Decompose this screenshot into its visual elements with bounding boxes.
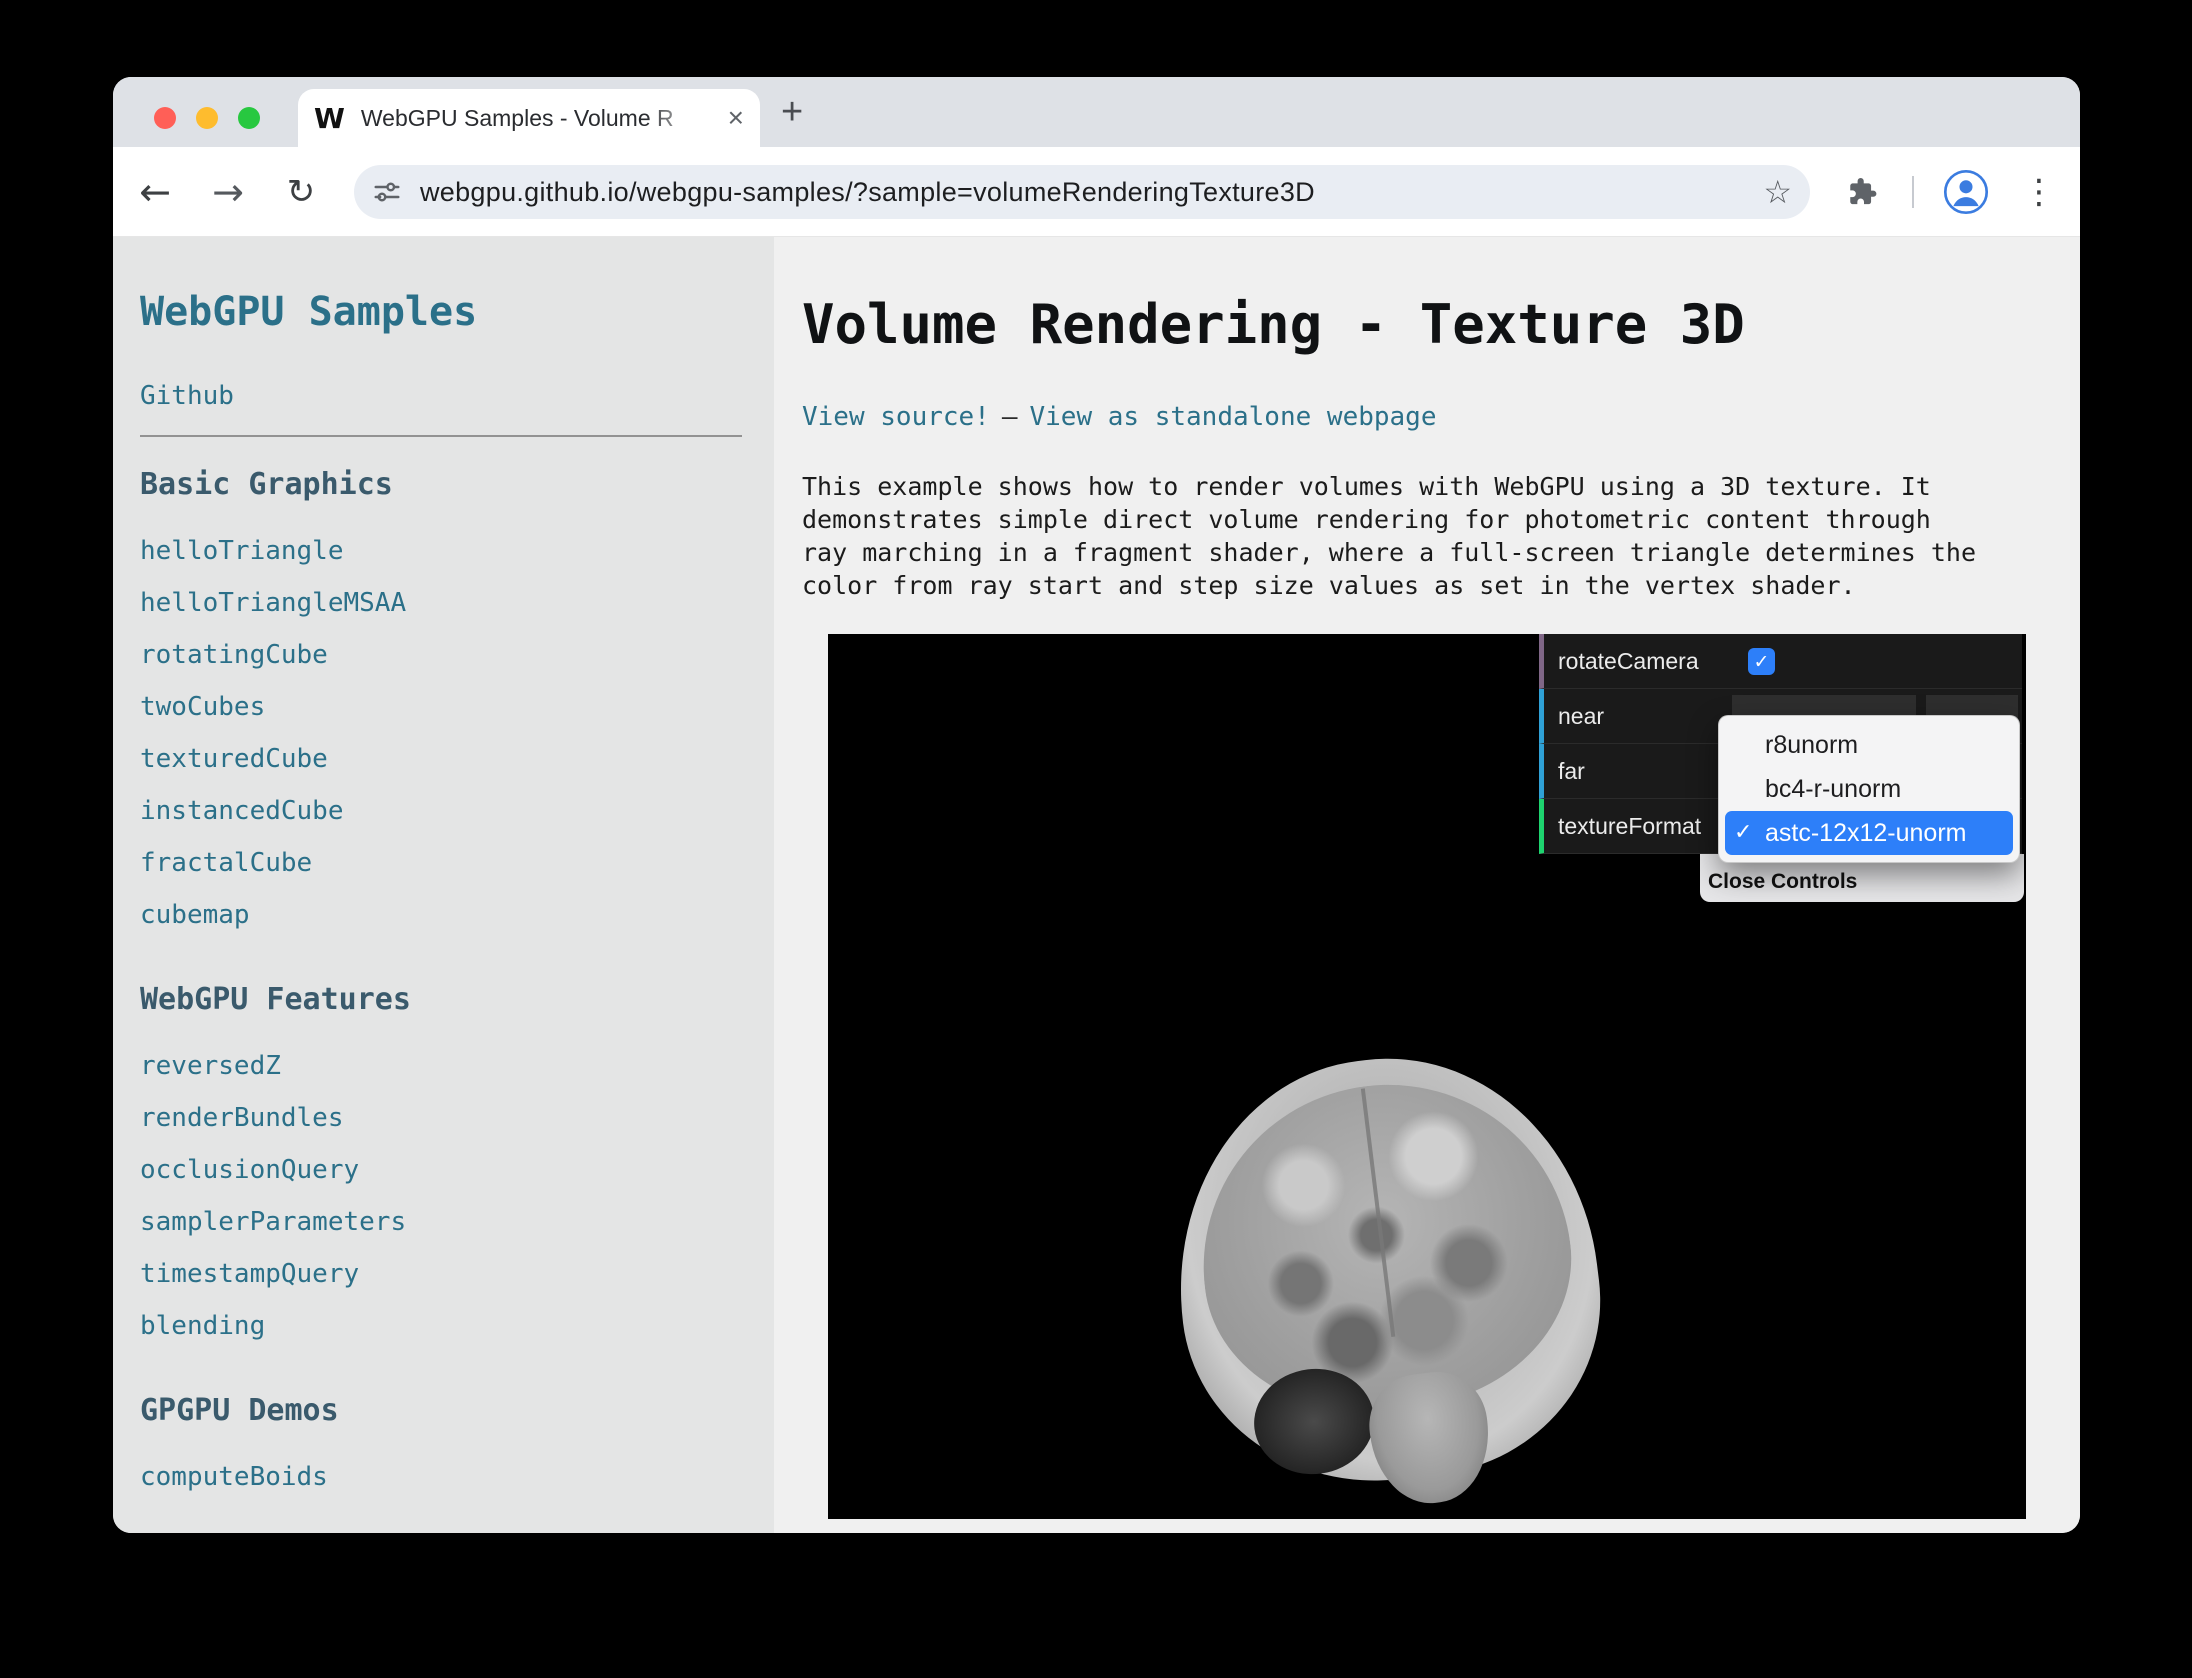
page-content: WebGPU Samples Github Basic Graphics hel… [113,237,2080,1533]
url-text[interactable]: webgpu.github.io/webgpu-samples/?sample=… [420,177,1315,208]
sidebar-item-occlusionQuery[interactable]: occlusionQuery [140,1155,359,1185]
address-bar[interactable]: webgpu.github.io/webgpu-samples/?sample=… [354,165,1810,219]
site-settings-icon[interactable] [372,177,402,207]
gpgpu-demos-list: computeBoids [140,1462,774,1514]
list-item: blending [140,1311,774,1363]
list-item: reversedZ [140,1051,774,1103]
sidebar-item-helloTriangleMSAA[interactable]: helloTriangleMSAA [140,588,406,618]
dropdown-option-bc4-r-unorm[interactable]: bc4-r-unorm [1725,767,2013,811]
list-item: rotatingCube [140,640,774,692]
list-item: fractalCube [140,848,774,900]
section-heading-webgpu-features: WebGPU Features [140,982,774,1017]
section-heading-gpgpu-demos: GPGPU Demos [140,1393,774,1428]
section-heading-basic-graphics: Basic Graphics [140,467,774,502]
page-title: Volume Rendering - Texture 3D [802,293,2080,356]
sample-description: This example shows how to render volumes… [802,470,1984,602]
list-item: helloTriangleMSAA [140,588,774,640]
sidebar-item-instancedCube[interactable]: instancedCube [140,796,344,826]
list-item: instancedCube [140,796,774,848]
dash-separator: — [1002,402,1018,432]
texture-format-label: textureFormat [1558,799,1701,854]
mri-brain-render [1154,1035,1620,1503]
sidebar-item-samplerParameters[interactable]: samplerParameters [140,1207,406,1237]
near-label: near [1558,689,1604,744]
sidebar-item-renderBundles[interactable]: renderBundles [140,1103,344,1133]
bookmark-star-icon[interactable]: ☆ [1763,173,1792,211]
list-item: renderBundles [140,1103,774,1155]
reload-icon[interactable]: ↻ [273,147,329,237]
checkmark-icon: ✓ [1754,651,1770,673]
far-label: far [1558,744,1585,799]
sidebar-item-fractalCube[interactable]: fractalCube [140,848,312,878]
list-item: samplerParameters [140,1207,774,1259]
sidebar-item-rotatingCube[interactable]: rotatingCube [140,640,328,670]
dropdown-option-astc-12x12-unorm[interactable]: ✓ astc-12x12-unorm [1725,811,2013,855]
traffic-light-close[interactable] [154,107,176,129]
option-label: bc4-r-unorm [1765,775,1901,803]
tab-title-fade [646,89,716,147]
sidebar-item-helloTriangle[interactable]: helloTriangle [140,536,344,566]
view-source-link[interactable]: View source! [802,402,990,432]
main-content: Volume Rendering - Texture 3D View sourc… [774,237,2080,1533]
basic-graphics-list: helloTriangle helloTriangleMSAA rotating… [140,536,774,952]
gui-row-rotateCamera: rotateCamera ✓ [1539,634,2022,689]
sidebar-item-cubemap[interactable]: cubemap [140,900,250,930]
list-item: helloTriangle [140,536,774,588]
browser-tab[interactable]: W WebGPU Samples - Volume R × [298,89,760,147]
sidebar-item-computeBoids[interactable]: computeBoids [140,1462,328,1492]
texture-format-dropdown: r8unorm bc4-r-unorm ✓ astc-12x12-unorm [1718,715,2020,863]
extensions-icon[interactable] [1834,147,1890,237]
sidebar: WebGPU Samples Github Basic Graphics hel… [113,237,774,1533]
standalone-webpage-link[interactable]: View as standalone webpage [1030,402,1437,432]
sidebar-divider [140,435,742,437]
toolbar-divider [1912,176,1914,208]
list-item: texturedCube [140,744,774,796]
option-label: r8unorm [1765,731,1858,759]
new-tab-button[interactable]: + [781,91,803,134]
option-label: astc-12x12-unorm [1765,819,1966,847]
site-title: WebGPU Samples [140,289,774,335]
sidebar-item-blending[interactable]: blending [140,1311,265,1341]
close-controls-label: Close Controls [1708,870,1857,894]
rotate-camera-label: rotateCamera [1558,634,1699,689]
sample-links: View source! — View as standalone webpage [802,402,2080,432]
traffic-light-zoom[interactable] [238,107,260,129]
close-tab-icon[interactable]: × [728,104,744,132]
sidebar-item-twoCubes[interactable]: twoCubes [140,692,265,722]
profile-avatar[interactable] [1943,169,1989,215]
check-icon: ✓ [1734,811,1752,855]
sidebar-item-timestampQuery[interactable]: timestampQuery [140,1259,359,1289]
traffic-light-minimize[interactable] [196,107,218,129]
list-item: cubemap [140,900,774,952]
webgpu-features-list: reversedZ renderBundles occlusionQuery s… [140,1051,774,1363]
webgpu-canvas[interactable]: rotateCamera ✓ near far textureFor [828,634,2026,1519]
list-item: timestampQuery [140,1259,774,1311]
list-item: computeBoids [140,1462,774,1514]
sidebar-item-texturedCube[interactable]: texturedCube [140,744,328,774]
tab-bar: W WebGPU Samples - Volume R × + [113,77,2080,147]
sidebar-item-reversedZ[interactable]: reversedZ [140,1051,281,1081]
github-link[interactable]: Github [140,381,234,411]
browser-toolbar: ← → ↻ webgpu.github.io/webgpu-samples/?s… [113,147,2080,237]
forward-icon[interactable]: → [200,147,256,237]
browser-menu-icon[interactable]: ⋮ [2011,147,2067,237]
back-icon[interactable]: ← [127,147,183,237]
list-item: occlusionQuery [140,1155,774,1207]
webgpu-favicon-icon: W [314,102,345,135]
dropdown-option-r8unorm[interactable]: r8unorm [1725,723,2013,767]
list-item: twoCubes [140,692,774,744]
browser-window: W WebGPU Samples - Volume R × + ← → ↻ we… [113,77,2080,1533]
rotate-camera-checkbox[interactable]: ✓ [1748,648,1775,675]
